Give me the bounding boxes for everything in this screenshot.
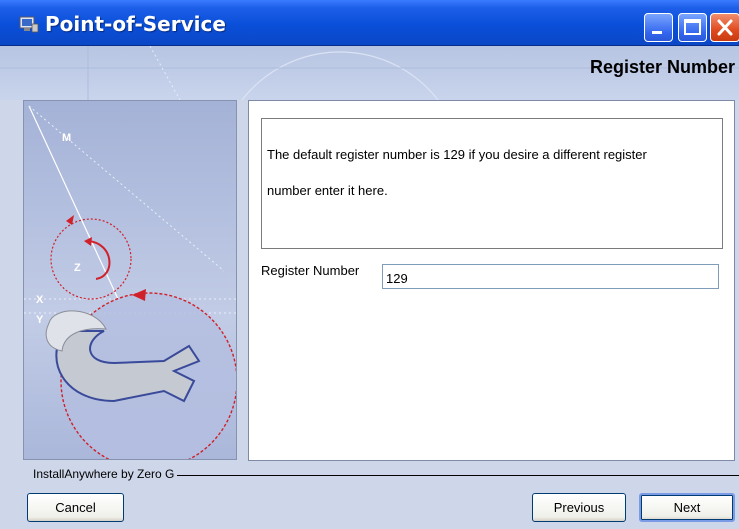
description-line: number enter it here. [267, 183, 388, 198]
content-area: M Z X Y The default register number is 1… [0, 100, 739, 465]
side-graphic: M Z X Y [23, 100, 237, 460]
installer-brand: InstallAnywhere by Zero G [33, 467, 178, 481]
wrench-icon: M Z X Y [24, 105, 236, 459]
minimize-icon [652, 31, 662, 34]
svg-text:Y: Y [36, 314, 44, 326]
title-bar[interactable]: Point-of-Service [0, 0, 739, 46]
app-icon [19, 16, 39, 33]
register-number-label: Register Number [261, 263, 360, 278]
svg-text:Z: Z [74, 262, 81, 274]
description-line: The default register number is 129 if yo… [267, 147, 647, 162]
cancel-button[interactable]: Cancel [27, 493, 124, 522]
window-title: Point-of-Service [45, 12, 226, 36]
maximize-icon [684, 19, 701, 35]
content-panel: The default register number is 129 if yo… [248, 100, 735, 461]
svg-text:M: M [62, 132, 71, 144]
minimize-button[interactable] [644, 13, 673, 42]
next-button[interactable]: Next [639, 493, 735, 522]
previous-button[interactable]: Previous [532, 493, 626, 522]
page-title: Register Number [589, 57, 735, 77]
maximize-button[interactable] [678, 13, 707, 42]
register-number-input[interactable] [382, 264, 719, 289]
svg-text:X: X [36, 294, 44, 306]
close-button[interactable] [710, 13, 739, 42]
header-band: Register Number [0, 46, 739, 100]
close-icon [717, 19, 733, 36]
description-box: The default register number is 129 if yo… [261, 118, 723, 249]
